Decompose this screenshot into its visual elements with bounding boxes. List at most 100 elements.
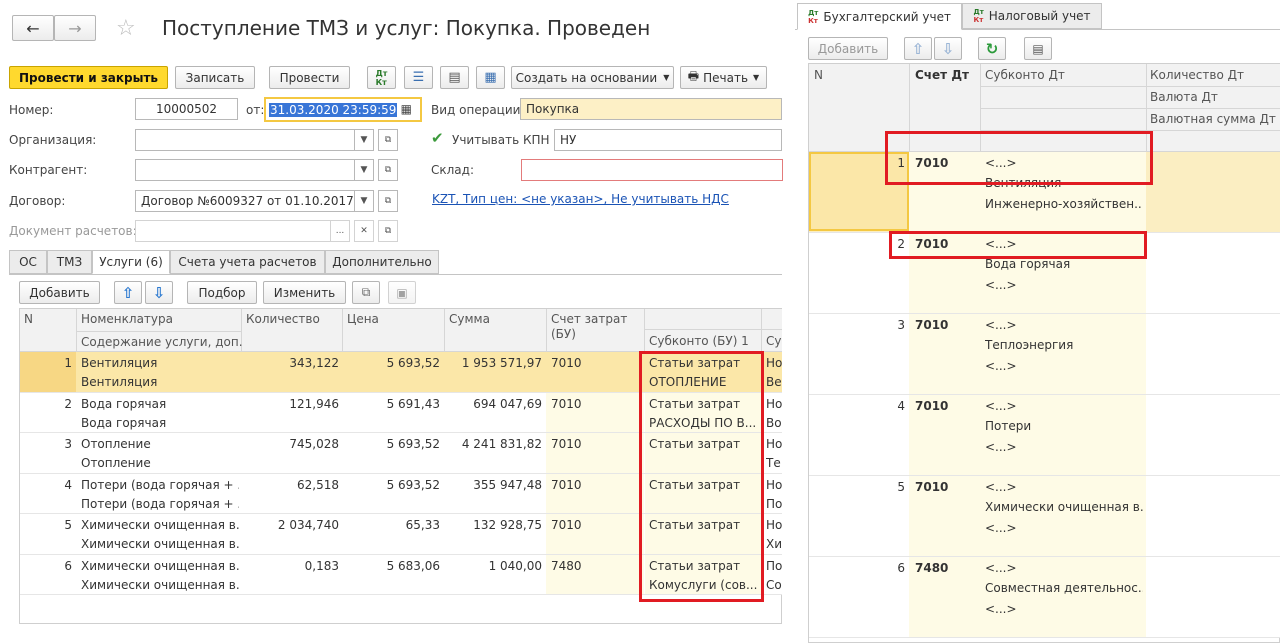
cell-sum: 1 953 571,97 — [461, 356, 542, 370]
create-based-button[interactable]: Создать на основании ▼ — [511, 66, 674, 89]
kpn-checkbox[interactable]: ✔ — [431, 131, 446, 146]
move-up-button[interactable]: ⇧ — [114, 281, 142, 304]
dropdown-icon[interactable]: ▼ — [354, 159, 374, 181]
dropdown-icon[interactable]: ▼ — [354, 129, 374, 151]
col-subconto[interactable]: Субконто (БУ) 1 — [649, 334, 749, 348]
col-n[interactable]: N — [814, 68, 823, 82]
warehouse-field[interactable] — [521, 159, 783, 181]
star-icon[interactable]: ☆ — [116, 16, 136, 41]
col-qty-dt[interactable]: Количество Дт — [1150, 68, 1244, 82]
cell-name: Вентиляция — [81, 356, 158, 370]
report-button[interactable]: ▦ — [476, 66, 505, 89]
col-account[interactable]: Счет затрат — [551, 312, 627, 326]
open-icon[interactable]: ⧉ — [378, 129, 398, 151]
copy-icon: ⧉ — [361, 285, 371, 299]
back-button[interactable]: ← — [12, 15, 54, 41]
cell-c2: Со — [766, 577, 782, 592]
cell-s3: <...> — [985, 440, 1017, 454]
cell-s3: <...> — [985, 278, 1017, 292]
tab-os[interactable]: ОС — [9, 250, 47, 274]
col-sep — [546, 309, 547, 352]
selection-button[interactable]: Подбор — [187, 281, 257, 304]
row-sep — [980, 86, 1280, 87]
save-button[interactable]: Записать — [175, 66, 255, 89]
tab-services[interactable]: Услуги (6) — [92, 250, 170, 274]
operation-field[interactable]: Покупка — [520, 98, 782, 120]
cell-qty: 745,028 — [289, 437, 339, 451]
tab-settlement-accounts[interactable]: Счета учета расчетов — [170, 250, 325, 274]
list-button[interactable]: ▤ — [440, 66, 469, 89]
move-down-button[interactable]: ⇩ — [145, 281, 173, 304]
dropdown-icon[interactable]: ▼ — [354, 190, 374, 212]
move-up-button[interactable]: ⇧ — [904, 37, 932, 60]
paste-button[interactable]: ▣ — [388, 281, 416, 304]
chevron-down-icon: ▼ — [753, 73, 760, 82]
number-field[interactable]: 10000502 — [135, 98, 238, 120]
col-sum[interactable]: Сумма — [449, 312, 490, 326]
warehouse-label: Склад: — [431, 163, 474, 177]
col-currency-dt[interactable]: Валюта Дт — [1150, 90, 1218, 104]
select-button[interactable]: ... — [330, 220, 350, 242]
cell-sum: 355 947,48 — [473, 477, 542, 492]
report-icon: ▦ — [484, 70, 497, 85]
col-account-dt[interactable]: Счет Дт — [915, 68, 969, 82]
dt-kt-button[interactable]: Дт Кт — [367, 66, 396, 89]
row-sep — [980, 108, 1280, 109]
cell-s2: Совместная деятельнос... — [985, 581, 1143, 595]
export-button[interactable]: ▤ — [1024, 37, 1052, 60]
price-type-link[interactable]: KZT, Тип цен: <не указан>, Не учитывать … — [432, 192, 729, 206]
cell-c2: По — [766, 496, 783, 511]
col-content[interactable]: Содержание услуги, доп. — [81, 335, 243, 349]
date-field[interactable]: 31.03.2020 23:59:59 ▦ — [264, 97, 422, 122]
cell-c1: Но — [766, 396, 783, 411]
add-button[interactable]: Добавить — [808, 37, 888, 60]
accounting-window: Дт Кт Бухгалтерский учет Дт Кт Налоговый у… — [795, 0, 1280, 643]
col-currency-sum-dt[interactable]: Валютная сумма Дт — [1150, 112, 1276, 126]
open-icon[interactable]: ⧉ — [378, 159, 398, 181]
cell-c1: Но — [766, 437, 783, 451]
col-account-2: (БУ) — [551, 327, 576, 341]
cell-price: 5 693,52 — [386, 437, 440, 451]
cell-account: 7010 — [551, 518, 582, 532]
tab-tmz[interactable]: ТМЗ — [47, 250, 92, 274]
arrow-left-icon: ← — [26, 18, 40, 38]
open-icon[interactable]: ⧉ — [378, 220, 398, 242]
col-sep — [761, 309, 762, 352]
move-down-button[interactable]: ⇩ — [934, 37, 962, 60]
structure-button[interactable]: ☰ — [404, 66, 433, 89]
arrow-up-icon: ⇧ — [911, 39, 925, 58]
post-and-close-button[interactable]: Провести и закрыть — [9, 66, 168, 89]
kpn-field[interactable]: НУ — [554, 129, 782, 151]
tab-additional[interactable]: Дополнительно — [325, 250, 439, 274]
post-button[interactable]: Провести — [269, 66, 350, 89]
date-label: от: — [246, 103, 265, 117]
contract-field[interactable]: Договор №6009327 от 01.10.2017г — [135, 190, 355, 212]
dt-kt-icon: Дт Кт — [375, 68, 388, 87]
cell-account: 7010 — [551, 396, 582, 411]
col-price[interactable]: Цена — [347, 312, 379, 326]
refresh-button[interactable]: ↻ — [978, 37, 1006, 60]
col-qty[interactable]: Количество — [246, 312, 320, 326]
cell-n: 5 — [64, 518, 72, 532]
settlement-doc-field[interactable] — [135, 220, 331, 242]
counterparty-field[interactable] — [135, 159, 355, 181]
clear-icon[interactable]: ✕ — [354, 220, 374, 242]
cell-price: 5 683,06 — [386, 558, 440, 573]
tab-tax[interactable]: Дт Кт Налоговый учет — [962, 3, 1102, 29]
organization-field[interactable] — [135, 129, 355, 151]
cell-content: Химически очищенная в... — [81, 537, 239, 551]
forward-button[interactable]: → — [54, 15, 96, 41]
tab-accounting[interactable]: Дт Кт Бухгалтерский учет — [797, 3, 962, 30]
change-button[interactable]: Изменить — [263, 281, 346, 304]
add-row-button[interactable]: Добавить — [19, 281, 100, 304]
cell-name: Отопление — [81, 437, 151, 451]
col-nomenclature[interactable]: Номенклатура — [81, 312, 173, 326]
col-next[interactable]: Су — [766, 334, 781, 348]
col-n[interactable]: N — [24, 312, 33, 326]
col-subconto-dt[interactable]: Субконто Дт — [985, 68, 1065, 82]
cell-content: Потери (вода горячая + ... — [81, 496, 239, 511]
calendar-icon[interactable]: ▦ — [401, 102, 412, 116]
open-icon[interactable]: ⧉ — [378, 190, 398, 212]
print-button[interactable]: 🖶 Печать ▼ — [680, 66, 767, 89]
copy-button[interactable]: ⧉ — [352, 281, 380, 304]
